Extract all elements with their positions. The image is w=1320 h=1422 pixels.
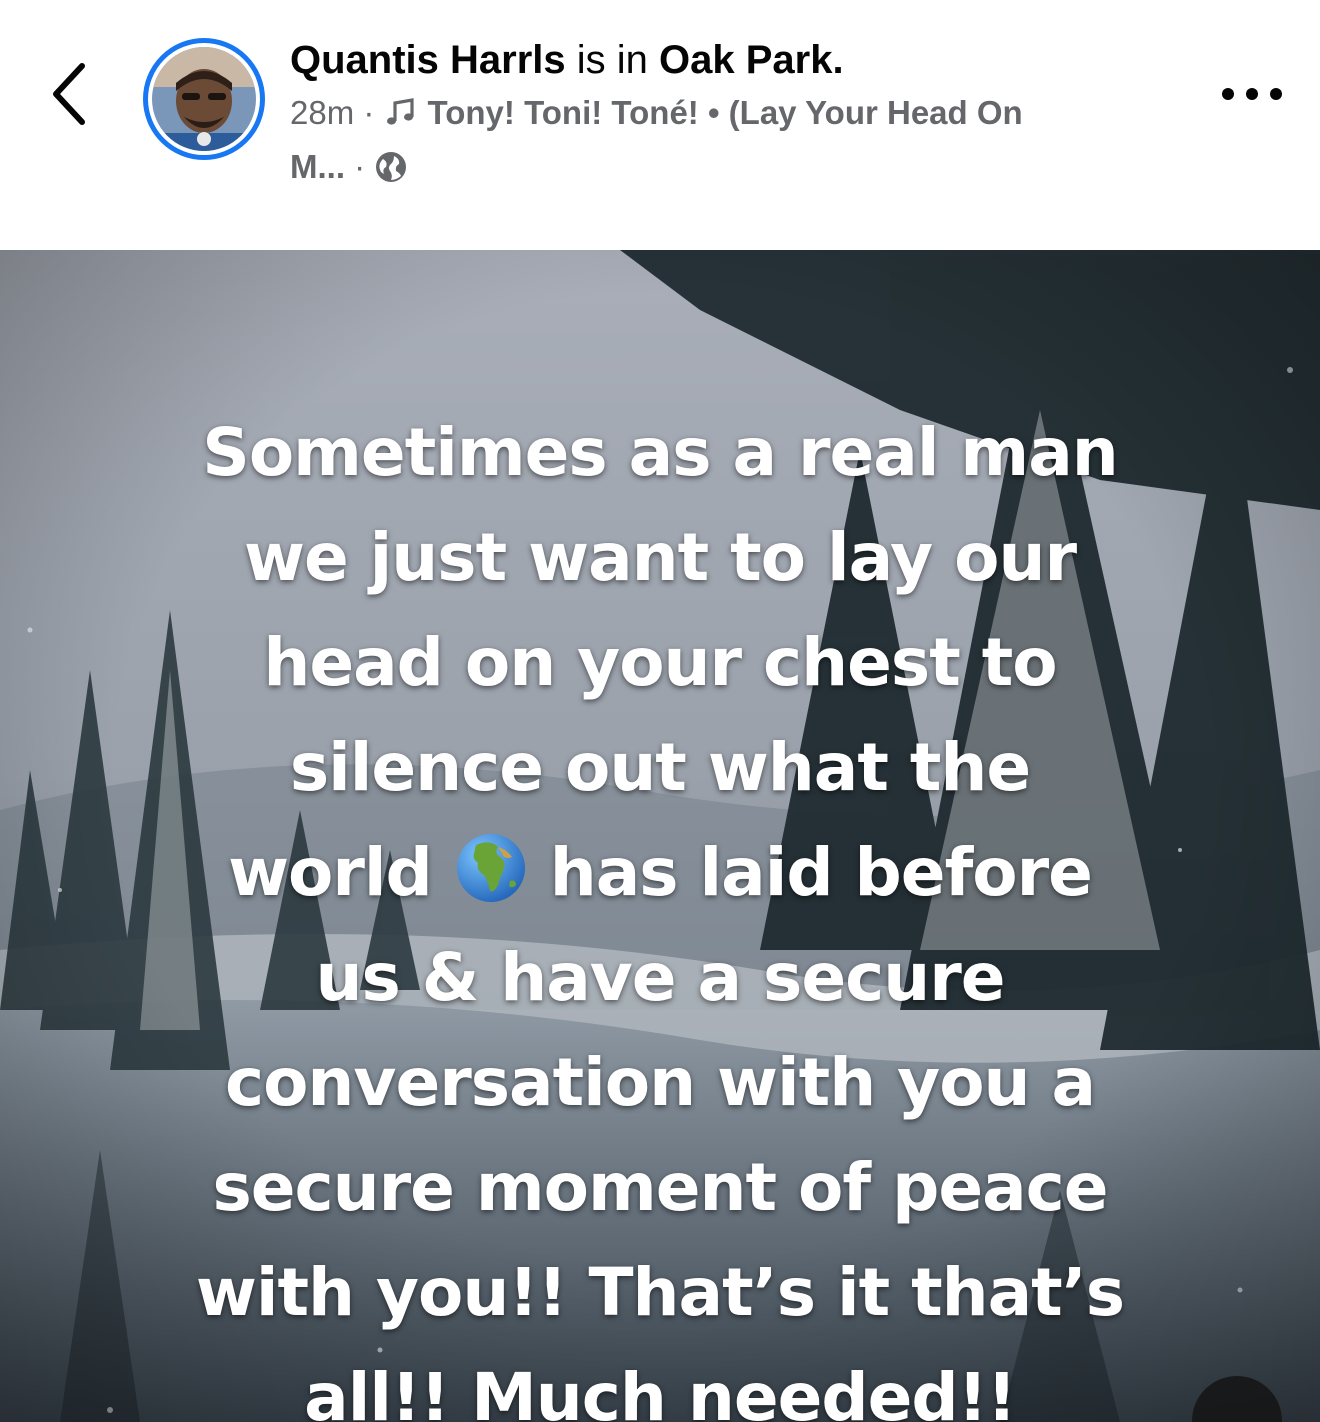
- status-text-line: world has laid before: [110, 820, 1210, 925]
- status-text-line: silence out what the: [289, 729, 1031, 806]
- chevron-left-icon: [53, 63, 85, 125]
- title-period: .: [832, 38, 844, 82]
- status-text-line: all!! Much needed!!: [304, 1359, 1017, 1422]
- author-name[interactable]: Quantis Harrls: [290, 38, 566, 82]
- status-text-line: with you!! That’s it that’s: [195, 1254, 1125, 1331]
- status-text-line: Sometimes as a real man: [202, 414, 1118, 491]
- status-text-line: secure moment of peace: [212, 1149, 1108, 1226]
- author-avatar[interactable]: [143, 38, 265, 160]
- separator: ·: [345, 148, 375, 185]
- avatar-image: [152, 47, 256, 151]
- post-subline-2: M... ·: [290, 140, 1170, 194]
- music-note-icon: [386, 98, 414, 125]
- post-subline-1: 28m · Tony! Toni! Toné! • (Lay Your Head…: [290, 86, 1170, 140]
- status-text-word: has laid before: [549, 834, 1093, 911]
- song-title[interactable]: Tony! Toni! Toné! • (Lay Your Head On: [428, 94, 1023, 131]
- location-link[interactable]: Oak Park: [659, 38, 832, 82]
- post-time[interactable]: 28m: [290, 94, 354, 131]
- post-header: Quantis Harrls is in Oak Park. 28m · Ton…: [0, 0, 1320, 250]
- globe-icon: [376, 152, 407, 182]
- status-text: Sometimes as a real man we just want to …: [110, 400, 1210, 1422]
- status-text-word: world: [228, 834, 433, 911]
- post-meta: Quantis Harrls is in Oak Park. 28m · Ton…: [290, 34, 1170, 194]
- location-connector: is in: [565, 38, 660, 82]
- status-photo[interactable]: Sometimes as a real man we just want to …: [0, 250, 1320, 1422]
- earth-globe-emoji: [454, 830, 528, 904]
- more-dots-icon: [1222, 88, 1282, 100]
- status-text-line: we just want to lay our: [243, 519, 1077, 596]
- more-options-button[interactable]: [1212, 72, 1292, 116]
- back-button[interactable]: [40, 52, 100, 136]
- post-title-line: Quantis Harrls is in Oak Park.: [290, 34, 1170, 86]
- status-text-line: head on your chest to: [263, 624, 1057, 701]
- status-text-line: us & have a secure: [315, 939, 1005, 1016]
- status-text-line: conversation with you a: [224, 1044, 1096, 1121]
- separator: ·: [354, 94, 384, 131]
- song-title-continued[interactable]: M...: [290, 148, 345, 185]
